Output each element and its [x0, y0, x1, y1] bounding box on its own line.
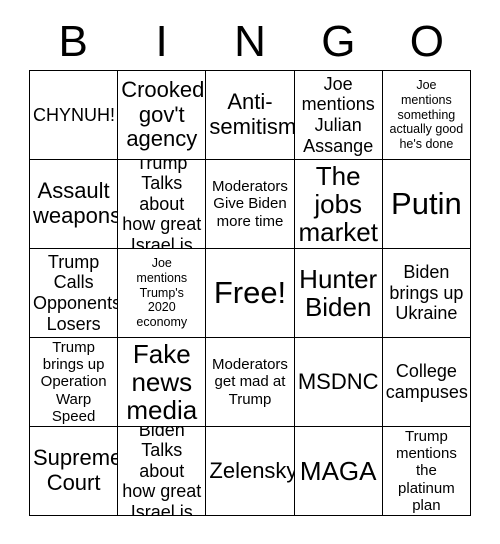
header-letter-b: B	[58, 17, 88, 66]
bingo-cell-r1c4[interactable]: Joe mentions Julian Assange	[294, 71, 382, 159]
bingo-cell-label: Crooked gov't agency	[121, 77, 205, 152]
bingo-cell-label: Trump brings up Operation Warp Speed	[40, 338, 107, 426]
bingo-cell-r5c2[interactable]: Biden Talks about how great Israel is	[118, 427, 206, 515]
bingo-cell-label: Trump Calls Opponents Losers	[33, 251, 118, 334]
bingo-cell-label: Putin	[391, 185, 462, 221]
bingo-cell-r3c4[interactable]: Hunter Biden	[294, 249, 382, 337]
bingo-cell-r4c2[interactable]: Fake news media	[118, 338, 206, 426]
bingo-cell-r1c3[interactable]: Anti- semitism	[206, 71, 294, 159]
bingo-cell-label: Trump mentions the platinum plan	[395, 427, 457, 515]
bingo-cell-label: Supreme Court	[33, 445, 118, 495]
bingo-cell-r5c5[interactable]: Trump mentions the platinum plan	[382, 427, 470, 515]
bingo-cell-label: Joe mentions Julian Assange	[301, 73, 375, 156]
bingo-cell-label: Anti- semitism	[209, 89, 294, 139]
header-letter-i: I	[155, 17, 168, 66]
bingo-grid: CHYNUH! Crooked gov't agency Anti- semitis…	[29, 70, 471, 516]
bingo-cell-label: Moderators Give Biden more time	[212, 177, 288, 230]
header-letter-n: N	[234, 17, 266, 66]
bingo-cell-r5c4[interactable]: MAGA	[294, 427, 382, 515]
bingo-cell-label: Moderators get mad at Trump	[212, 355, 288, 408]
bingo-cell-label: Biden Talks about how great Israel is	[122, 427, 202, 515]
bingo-cell-r3c5[interactable]: Biden brings up Ukraine	[382, 249, 470, 337]
bingo-cell-r2c3[interactable]: Moderators Give Biden more time	[206, 160, 294, 248]
bingo-cell-r3c3[interactable]: Free!	[206, 249, 294, 337]
bingo-cell-label: Assault weapons	[33, 178, 118, 228]
bingo-cell-label: Free!	[213, 274, 287, 310]
bingo-cell-label: Joe mentions something actually good he'…	[389, 78, 464, 152]
bingo-cell-r2c1[interactable]: Assault weapons	[30, 160, 118, 248]
header-letter-g: G	[321, 17, 356, 66]
bingo-cell-label: Joe mentions Trump's 2020 economy	[136, 256, 188, 330]
bingo-cell-r2c4[interactable]: The jobs market	[294, 160, 382, 248]
header-letter-o: O	[409, 17, 444, 66]
bingo-cell-label: Biden brings up Ukraine	[389, 262, 464, 324]
bingo-cell-r1c1[interactable]: CHYNUH!	[30, 71, 118, 159]
bingo-cell-r4c5[interactable]: College campuses	[382, 338, 470, 426]
bingo-cell-r2c5[interactable]: Putin	[382, 160, 470, 248]
bingo-cell-r1c5[interactable]: Joe mentions something actually good he'…	[382, 71, 470, 159]
bingo-cell-label: Hunter Biden	[299, 263, 378, 322]
bingo-cell-label: Zelensky	[209, 457, 294, 483]
bingo-cell-r4c1[interactable]: Trump brings up Operation Warp Speed	[30, 338, 118, 426]
bingo-header: B I N G O	[29, 14, 471, 70]
bingo-cell-label: MSDNC	[297, 368, 379, 394]
bingo-cell-r3c1[interactable]: Trump Calls Opponents Losers	[30, 249, 118, 337]
bingo-card: B I N G O CHYNUH! Crooked gov't agency Ant…	[0, 0, 500, 544]
bingo-cell-r5c3[interactable]: Zelensky	[206, 427, 294, 515]
bingo-cell-r3c2[interactable]: Joe mentions Trump's 2020 economy	[118, 249, 206, 337]
bingo-cell-label: CHYNUH!	[33, 104, 116, 125]
bingo-cell-r4c3[interactable]: Moderators get mad at Trump	[206, 338, 294, 426]
bingo-cell-label: College campuses	[385, 361, 468, 402]
bingo-cell-r1c2[interactable]: Crooked gov't agency	[118, 71, 206, 159]
bingo-cell-label: MAGA	[299, 455, 377, 486]
bingo-cell-r2c2[interactable]: Trump Talks about how great Israel is	[118, 160, 206, 248]
bingo-cell-label: Fake news media	[126, 338, 198, 426]
bingo-cell-r4c4[interactable]: MSDNC	[294, 338, 382, 426]
bingo-cell-label: Trump Talks about how great Israel is	[122, 160, 202, 248]
bingo-cell-label: The jobs market	[298, 160, 378, 248]
bingo-cell-r5c1[interactable]: Supreme Court	[30, 427, 118, 515]
